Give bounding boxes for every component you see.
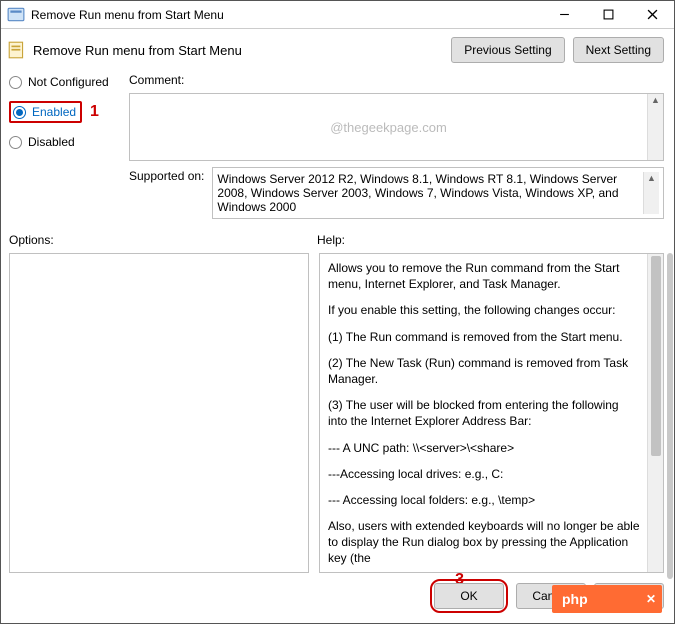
comment-column: Comment: @thegeekpage.com ▲ — [129, 71, 664, 161]
comment-watermark: @thegeekpage.com — [130, 94, 647, 160]
comment-scrollbar[interactable]: ▲ — [647, 94, 663, 160]
supported-on-text: Windows Server 2012 R2, Windows 8.1, Win… — [217, 172, 643, 214]
help-label: Help: — [317, 231, 664, 249]
callout-1: 1 — [90, 103, 99, 121]
help-paragraph: (3) The user will be blocked from enteri… — [328, 397, 641, 429]
policy-doc-icon — [7, 40, 27, 60]
close-button[interactable] — [630, 1, 674, 28]
ok-button[interactable]: OK — [434, 583, 504, 609]
maximize-button[interactable] — [586, 1, 630, 28]
help-pane: Allows you to remove the Run command fro… — [319, 253, 664, 573]
panes: Allows you to remove the Run command fro… — [1, 253, 674, 573]
supported-row: Supported on: Windows Server 2012 R2, Wi… — [1, 163, 674, 225]
scroll-thumb[interactable] — [651, 256, 661, 456]
state-radios: Not Configured Enabled 1 Disabled — [9, 71, 129, 161]
comment-field[interactable]: @thegeekpage.com ▲ — [129, 93, 664, 161]
help-scrollbar[interactable] — [647, 254, 663, 572]
radio-label: Not Configured — [28, 75, 109, 89]
enabled-highlight: Enabled — [9, 101, 82, 123]
radio-disabled[interactable]: Disabled — [9, 135, 129, 149]
policy-editor-window: Remove Run menu from Start Menu Remove R… — [0, 0, 675, 624]
radio-dot-icon — [9, 76, 22, 89]
radio-label: Disabled — [28, 135, 75, 149]
minimize-button[interactable] — [542, 1, 586, 28]
window-scrollbar[interactable] — [667, 253, 673, 579]
cancel-button[interactable]: Cancel — [516, 583, 586, 609]
radio-dot-icon — [13, 106, 26, 119]
options-pane — [9, 253, 309, 573]
config-area: Not Configured Enabled 1 Disabled Commen… — [1, 69, 674, 163]
window-title: Remove Run menu from Start Menu — [31, 8, 542, 22]
help-paragraph: Allows you to remove the Run command fro… — [328, 260, 641, 292]
subheader: Remove Run menu from Start Menu Previous… — [1, 29, 674, 69]
supported-on-label: Supported on: — [129, 167, 212, 219]
supported-scrollbar[interactable]: ▲ — [643, 172, 659, 214]
ok-highlight: OK — [430, 579, 508, 613]
titlebar: Remove Run menu from Start Menu — [1, 1, 674, 29]
help-paragraph: If you enable this setting, the followin… — [328, 302, 641, 318]
scroll-up-icon: ▲ — [647, 172, 656, 184]
nav-buttons: Previous Setting Next Setting — [451, 37, 664, 63]
radio-enabled[interactable]: Enabled — [13, 105, 76, 119]
apply-button[interactable]: Apply — [594, 583, 664, 609]
dialog-button-bar: OK Cancel Apply — [1, 573, 674, 623]
help-paragraph: --- A UNC path: \\<server>\<share> — [328, 440, 641, 456]
radio-dot-icon — [9, 136, 22, 149]
help-paragraph: (1) The Run command is removed from the … — [328, 329, 641, 345]
help-paragraph: (2) The New Task (Run) command is remove… — [328, 355, 641, 387]
policy-icon — [7, 6, 25, 24]
supported-on-field: Windows Server 2012 R2, Windows 8.1, Win… — [212, 167, 664, 219]
previous-setting-button[interactable]: Previous Setting — [451, 37, 564, 63]
radio-label: Enabled — [32, 105, 76, 119]
pane-labels: Options: Help: — [1, 225, 674, 253]
options-label: Options: — [9, 231, 317, 249]
help-paragraph: --- Accessing local folders: e.g., \temp… — [328, 492, 641, 508]
comment-label: Comment: — [129, 71, 664, 89]
help-paragraph: ---Accessing local drives: e.g., C: — [328, 466, 641, 482]
help-paragraph: Also, users with extended keyboards will… — [328, 518, 641, 567]
subheader-title: Remove Run menu from Start Menu — [33, 43, 451, 58]
window-controls — [542, 1, 674, 28]
next-setting-button[interactable]: Next Setting — [573, 37, 664, 63]
scroll-up-icon: ▲ — [651, 94, 660, 106]
radio-not-configured[interactable]: Not Configured — [9, 75, 129, 89]
